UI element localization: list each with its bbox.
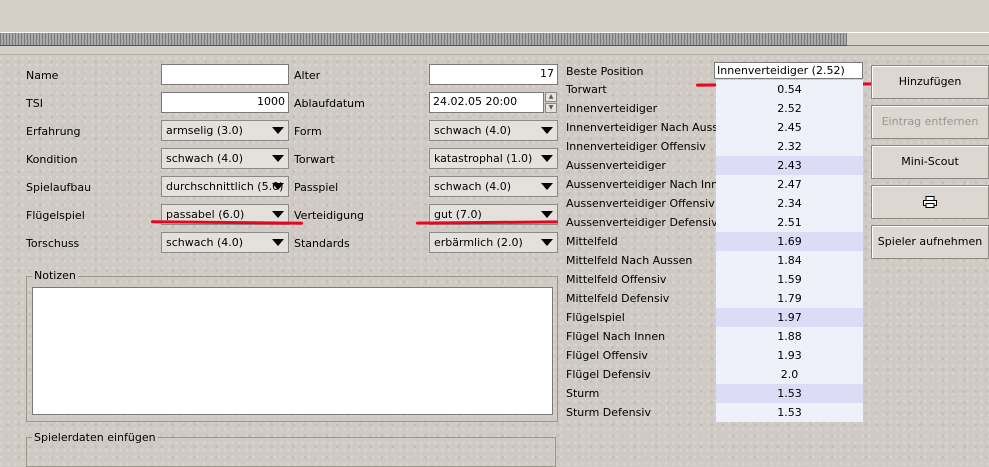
position-row-label: Mittelfeld Defensiv	[566, 292, 670, 305]
best-position-label: Beste Position	[566, 65, 644, 78]
position-row-value: 1.53	[716, 384, 863, 403]
standards-select[interactable]: erbärmlich (2.0)	[429, 232, 558, 253]
label-alter: Alter	[294, 69, 321, 82]
label-verteidigung: Verteidigung	[294, 209, 365, 222]
chevron-down-icon	[541, 127, 553, 134]
position-row-value: 2.45	[716, 118, 863, 137]
position-row-value: 1.93	[716, 346, 863, 365]
name-input[interactable]	[161, 64, 289, 85]
position-row-label: Flügel Offensiv	[566, 349, 648, 362]
label-ablaufdatum: Ablaufdatum	[294, 97, 365, 110]
date-spin-up[interactable]: ▲	[545, 92, 557, 102]
kondition-select[interactable]: schwach (4.0)	[161, 148, 289, 169]
add-button[interactable]: Hinzufügen	[871, 65, 989, 99]
printer-icon	[923, 196, 937, 208]
label-fluegelspiel: Flügelspiel	[26, 209, 85, 222]
position-row-label: Mittelfeld Offensiv	[566, 273, 667, 286]
label-passpiel: Passpiel	[294, 181, 339, 194]
label-name: Name	[26, 69, 59, 82]
position-row-label: Mittelfeld Nach Aussen	[566, 254, 693, 267]
position-row-label: Aussenverteidiger Defensiv	[566, 216, 718, 229]
torschuss-select[interactable]: schwach (4.0)	[161, 232, 289, 253]
position-row-label: Aussenverteidiger	[566, 159, 666, 172]
position-row-value: 2.43	[716, 156, 863, 175]
position-row-label: Flügel Nach Innen	[566, 330, 666, 343]
form-select[interactable]: schwach (4.0)	[429, 120, 558, 141]
position-row-value: 2.47	[716, 175, 863, 194]
paste-title: Spielerdaten einfügen	[32, 431, 158, 444]
tab-strip-end	[847, 32, 989, 46]
label-torwart: Torwart	[294, 153, 335, 166]
chevron-down-icon	[541, 239, 553, 246]
position-row-value: 2.0	[716, 365, 863, 384]
separator	[0, 46, 989, 55]
chevron-down-icon	[541, 183, 553, 190]
passpiel-select[interactable]: schwach (4.0)	[429, 176, 558, 197]
erfahrung-select[interactable]: armselig (3.0)	[161, 120, 289, 141]
remove-entry-button[interactable]: Eintrag entfernen	[871, 105, 989, 139]
print-button[interactable]	[871, 185, 989, 219]
date-spin-down[interactable]: ▼	[545, 103, 557, 113]
spielaufbau-select[interactable]: durchschnittlich (5.0)	[161, 176, 289, 197]
position-row-value: 2.32	[716, 137, 863, 156]
position-row-label: Aussenverteidiger Offensiv	[566, 197, 715, 210]
position-row-label: Sturm Defensiv	[566, 406, 651, 419]
position-row-value: 1.97	[716, 308, 863, 327]
position-row-label: Flügel Defensiv	[566, 368, 651, 381]
position-row-value: 2.51	[716, 213, 863, 232]
chevron-down-icon	[272, 211, 284, 218]
label-tsi: TSI	[26, 97, 43, 110]
position-row-value: 1.59	[716, 270, 863, 289]
position-row-label: Innenverteidiger Nach Aussen	[566, 121, 732, 134]
chevron-down-icon	[541, 155, 553, 162]
position-row-value: 0.54	[716, 80, 863, 99]
position-values: 0.54 2.52 2.45 2.32 2.43 2.47 2.34 2.51 1.69 1.84…	[716, 80, 863, 422]
tsi-input[interactable]: 1000	[161, 92, 289, 113]
notes-textarea[interactable]	[32, 287, 553, 415]
take-player-button[interactable]: Spieler aufnehmen	[871, 225, 989, 259]
ablaufdatum-input[interactable]: 24.02.05 20:00	[429, 92, 544, 113]
chevron-down-icon	[272, 239, 284, 246]
position-row-label: Innenverteidiger Offensiv	[566, 140, 706, 153]
label-form: Form	[294, 125, 322, 138]
chevron-down-icon	[272, 127, 284, 134]
label-erfahrung: Erfahrung	[26, 125, 81, 138]
label-torschuss: Torschuss	[26, 237, 80, 250]
chevron-down-icon	[272, 183, 284, 190]
tab-strip	[0, 32, 847, 46]
position-row-value: 1.53	[716, 403, 863, 422]
position-row-value: 2.52	[716, 99, 863, 118]
position-row-value: 1.84	[716, 251, 863, 270]
position-row-value: 2.34	[716, 194, 863, 213]
label-kondition: Kondition	[26, 153, 78, 166]
position-row-label: Sturm	[566, 387, 600, 400]
position-row-value: 1.79	[716, 289, 863, 308]
position-row-label: Torwart	[566, 83, 607, 96]
top-toolbar-area	[0, 0, 989, 32]
label-spielaufbau: Spielaufbau	[26, 181, 92, 194]
label-standards: Standards	[294, 237, 350, 250]
mini-scout-button[interactable]: Mini-Scout	[871, 145, 989, 179]
position-row-label: Flügelspiel	[566, 311, 625, 324]
chevron-down-icon	[541, 211, 553, 218]
position-row-label: Aussenverteidiger Nach Innen	[566, 178, 732, 191]
best-position-value: Innenverteidiger (2.52)	[714, 62, 863, 79]
position-row-value: 1.88	[716, 327, 863, 346]
chevron-down-icon	[272, 155, 284, 162]
position-row-value: 1.69	[716, 232, 863, 251]
position-row-label: Mittelfeld	[566, 235, 618, 248]
alter-input[interactable]: 17	[429, 64, 558, 85]
torwart-select[interactable]: katastrophal (1.0)	[429, 148, 558, 169]
position-labels: Torwart Innenverteidiger Innenverteidiger …	[566, 80, 732, 422]
notes-title: Notizen	[32, 269, 78, 282]
position-row-label: Innenverteidiger	[566, 102, 658, 115]
